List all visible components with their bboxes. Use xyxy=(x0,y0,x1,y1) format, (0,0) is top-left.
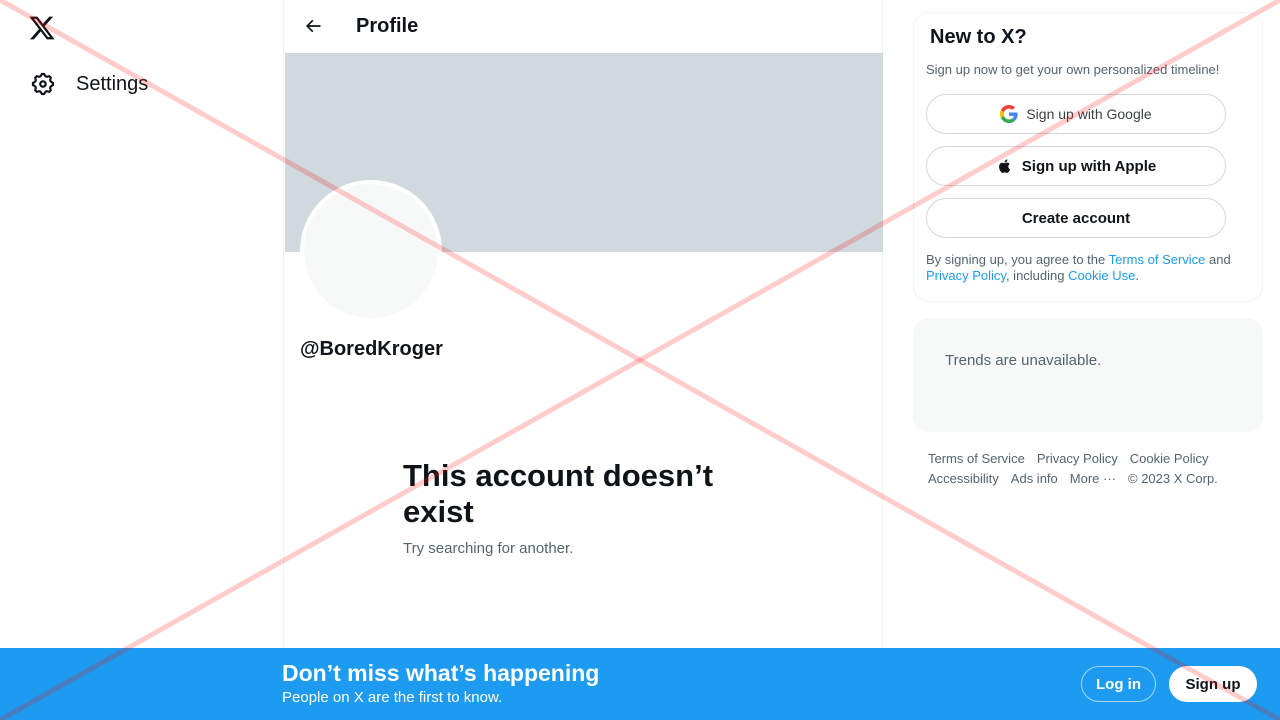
footer-ads-link[interactable]: Ads info xyxy=(1011,469,1058,489)
legal-suffix: . xyxy=(1135,268,1139,283)
signup-card-title: New to X? xyxy=(930,26,1027,48)
footer-privacy-link[interactable]: Privacy Policy xyxy=(1037,449,1118,469)
empty-state-title: This account doesn’t exist xyxy=(403,458,714,529)
trends-panel: Trends are unavailable. xyxy=(913,318,1263,432)
left-nav: Settings xyxy=(0,0,284,720)
signup-apple-label: Sign up with Apple xyxy=(1021,157,1157,175)
footer-cookie-link[interactable]: Cookie Policy xyxy=(1130,449,1209,469)
google-icon xyxy=(1000,105,1018,123)
cookie-use-link[interactable]: Cookie Use xyxy=(1068,268,1135,283)
bottom-signup-bar: Don’t miss what’s happening People on X … xyxy=(0,648,1280,720)
x-logo-icon[interactable] xyxy=(28,14,56,42)
signup-apple-button[interactable]: Sign up with Apple xyxy=(926,146,1226,186)
signup-legal-text: By signing up, you agree to the Terms of… xyxy=(926,252,1252,284)
bottom-bar-subtitle: People on X are the first to know. xyxy=(282,689,503,706)
trends-message: Trends are unavailable. xyxy=(945,352,1102,369)
main-header: Profile xyxy=(284,0,884,53)
main-column: Profile @BoredKroger This account doesn’… xyxy=(283,0,883,720)
avatar xyxy=(300,180,442,322)
legal-including: , including xyxy=(1005,268,1069,283)
footer-row: Terms of Service Privacy Policy Cookie P… xyxy=(928,449,1258,469)
back-button[interactable] xyxy=(296,9,330,43)
gear-icon xyxy=(31,72,55,96)
apple-icon xyxy=(998,159,1010,173)
page-title: Profile xyxy=(356,15,419,37)
footer-links: Terms of Service Privacy Policy Cookie P… xyxy=(928,449,1258,489)
arrow-left-icon xyxy=(305,19,321,33)
login-button[interactable]: Log in xyxy=(1081,666,1156,702)
signup-google-button[interactable]: Sign up with Google xyxy=(926,94,1226,134)
create-account-label: Create account xyxy=(1021,209,1131,227)
legal-prefix: By signing up, you agree to the xyxy=(926,252,1109,267)
footer-more-button[interactable]: More ··· xyxy=(1070,469,1116,489)
nav-settings[interactable]: Settings xyxy=(24,64,154,104)
footer-terms-link[interactable]: Terms of Service xyxy=(928,449,1025,469)
signup-card: New to X? Sign up now to get your own pe… xyxy=(913,12,1263,302)
footer-accessibility-link[interactable]: Accessibility xyxy=(928,469,999,489)
terms-of-service-link[interactable]: Terms of Service xyxy=(1109,252,1206,267)
legal-and: and xyxy=(1205,252,1231,267)
signup-card-subtitle: Sign up now to get your own personalized… xyxy=(926,62,1220,77)
empty-state-subtitle: Try searching for another. xyxy=(403,540,574,557)
signup-button[interactable]: Sign up xyxy=(1169,666,1257,702)
footer-row: Accessibility Ads info More ··· © 2023 X… xyxy=(928,469,1258,489)
nav-settings-label: Settings xyxy=(76,72,149,95)
create-account-button[interactable]: Create account xyxy=(926,198,1226,238)
profile-handle: @BoredKroger xyxy=(300,338,443,360)
bottom-bar-title: Don’t miss what’s happening xyxy=(282,660,600,686)
signup-google-label: Sign up with Google xyxy=(1026,106,1152,122)
privacy-policy-link[interactable]: Privacy Policy xyxy=(926,268,1006,283)
footer-copyright: © 2023 X Corp. xyxy=(1128,471,1218,486)
